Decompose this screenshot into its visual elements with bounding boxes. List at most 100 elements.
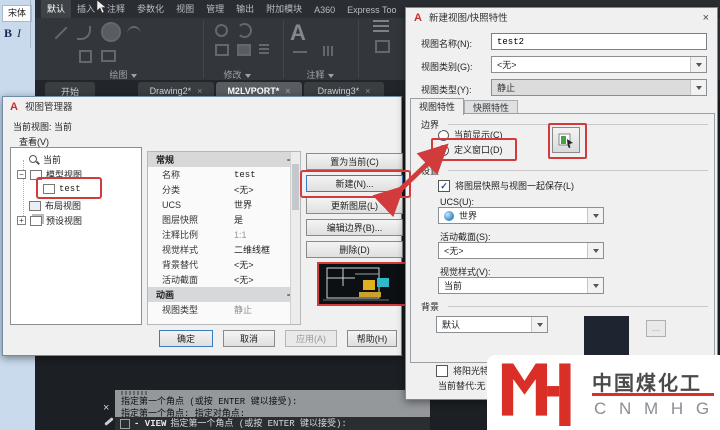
layer-snapshot-checkbox[interactable]: ✓ 将图层快照与视图一起保存(L) (438, 180, 574, 192)
layers-icon[interactable] (373, 20, 389, 32)
checkbox-icon[interactable]: ✓ (438, 180, 450, 192)
animation-section-header[interactable]: 动画− (148, 287, 300, 302)
checkbox-icon[interactable] (436, 365, 448, 377)
draw-line-icon[interactable] (55, 27, 68, 40)
chevron-down-icon (690, 80, 706, 95)
radio-define-window[interactable]: 定义窗口(D) (438, 144, 503, 156)
panel-separator (283, 20, 284, 78)
command-history[interactable]: 指定第一个角点 (或按 ENTER 键以接受): 指定第一个角点: 指定对角点: (115, 390, 430, 417)
tree-item-test[interactable]: test (43, 184, 81, 194)
visual-style-combo[interactable]: 当前 (438, 277, 604, 294)
draw-hatch-icon[interactable] (79, 50, 92, 63)
watermark-line1: 中国煤化工 (592, 367, 702, 396)
text-style-icon[interactable]: A (290, 20, 306, 46)
scrollbar[interactable] (290, 152, 300, 324)
autocad-logo-icon: A (10, 101, 18, 113)
ribbon-tab-output[interactable]: 输出 (230, 0, 260, 18)
command-input-line[interactable]: - VIEW 指定第一个角点 (或按 ENTER 键以接受): (115, 417, 430, 430)
ribbon-tab-express[interactable]: Express Too (341, 2, 402, 18)
model-views-icon (30, 170, 42, 180)
radio-icon[interactable] (438, 145, 449, 156)
cancel-button[interactable]: 取消 (223, 330, 275, 347)
tree-item-layout-views[interactable]: 布局视图 (29, 199, 81, 212)
draw-rect-icon[interactable] (101, 50, 116, 62)
wrench-icon[interactable] (104, 417, 114, 426)
tree-item-preset-views[interactable]: + 预设视图 (17, 214, 82, 227)
override-status-text: 当前替代:无 (438, 380, 486, 392)
ribbon-tab-default[interactable]: 默认 (41, 0, 71, 18)
help-button[interactable]: 帮助(H) (347, 330, 397, 347)
modify-move-icon[interactable] (215, 24, 228, 37)
background-more-button[interactable]: … (646, 320, 666, 337)
watermark-line2: C N M H G (594, 399, 713, 419)
radio-current-display[interactable]: 当前显示(C) (438, 129, 503, 141)
close-icon[interactable]: × (703, 12, 709, 24)
chevron-down-icon (587, 243, 603, 258)
close-icon[interactable]: × (285, 86, 290, 96)
close-icon[interactable]: × (365, 86, 370, 96)
screenshot-root: 宋体 B I 默认 插入 注释 参数化 视图 管理 输出 附加模块 A360 E… (0, 0, 720, 430)
set-current-button[interactable]: 置为当前(C) (306, 153, 403, 170)
tree-item-model-views[interactable]: − 模型视图 (17, 168, 82, 181)
radio-icon[interactable] (438, 130, 449, 141)
ribbon-tab-addins[interactable]: 附加模块 (260, 0, 308, 18)
ribbon-tab-parametric[interactable]: 参数化 (131, 0, 170, 18)
expand-icon[interactable]: + (17, 216, 26, 225)
view-name-input[interactable]: test2 (491, 33, 707, 50)
modify-erase-icon[interactable] (215, 44, 229, 56)
view-type-combo[interactable]: 静止 (491, 79, 707, 96)
boundary-group-label: 边界 (418, 118, 442, 131)
edit-boundaries-button[interactable]: 编辑边界(B)... (306, 219, 403, 236)
property-row: 图层快照是 (148, 212, 300, 227)
cnmhg-logo-icon (495, 360, 587, 426)
layer-props-icon[interactable] (375, 40, 390, 53)
dialog-title: 新建视图/快照特性 (429, 12, 508, 25)
property-row: 视觉样式二维线框 (148, 242, 300, 257)
delete-button[interactable]: 删除(D) (306, 241, 403, 258)
new-view-titlebar[interactable]: A 新建视图/快照特性 (406, 8, 720, 28)
modify-array-icon[interactable] (259, 44, 269, 54)
modify-mirror-icon[interactable] (237, 44, 251, 56)
background-combo[interactable]: 默认 (436, 316, 548, 333)
close-icon[interactable]: × (197, 86, 202, 96)
draw-circle-icon[interactable] (101, 22, 121, 42)
bold-button[interactable]: B (4, 26, 12, 41)
ok-button[interactable]: 确定 (159, 330, 213, 347)
command-prompt: 指定第一个角点 (或按 ENTER 键以接受): (170, 418, 346, 430)
font-name-box[interactable]: 宋体 (2, 5, 32, 22)
tab-view-properties[interactable]: 视图特性 (410, 98, 464, 115)
tree-item-current[interactable]: 当前 (29, 153, 61, 166)
ribbon-tab-a360[interactable]: A360 (308, 2, 341, 18)
pick-window-button[interactable] (552, 127, 580, 153)
table-icon[interactable] (323, 46, 334, 56)
ribbon-tab-manage[interactable]: 管理 (200, 0, 230, 18)
drag-handle[interactable] (121, 391, 147, 395)
scrollbar-thumb[interactable] (292, 164, 299, 210)
watermark-underline (592, 393, 714, 396)
command-name: - VIEW (134, 418, 166, 430)
view-manager-titlebar[interactable]: A 视图管理器 (3, 97, 408, 117)
live-section-combo[interactable]: <无> (438, 242, 604, 259)
apply-button[interactable]: 应用(A) (285, 330, 337, 347)
ribbon-tab-view[interactable]: 视图 (170, 0, 200, 18)
property-row: 注释比例1:1 (148, 227, 300, 242)
ucs-combo[interactable]: 世界 (438, 207, 604, 224)
new-view-button[interactable]: 新建(N)... (306, 175, 403, 192)
modify-rotate-icon[interactable] (237, 23, 252, 38)
command-close-icon[interactable]: × (103, 402, 109, 414)
draw-arc-icon[interactable] (127, 26, 141, 42)
view-category-combo[interactable]: <无> (491, 56, 707, 73)
group-divider (448, 170, 708, 171)
chevron-down-icon (587, 208, 603, 223)
preset-views-icon (30, 216, 42, 226)
collapse-icon[interactable]: − (17, 170, 26, 179)
dimension-icon[interactable] (293, 51, 307, 53)
italic-button[interactable]: I (17, 26, 21, 41)
draw-polyline-icon[interactable] (77, 26, 91, 40)
settings-group-label: 设置 (418, 164, 442, 177)
update-layers-button[interactable]: 更新图层(L) (306, 197, 403, 214)
general-section-header[interactable]: 常规− (148, 152, 300, 167)
property-row: 分类<无> (148, 182, 300, 197)
view-tree[interactable]: 当前 − 模型视图 test 布局视图 + 预设视图 (10, 147, 142, 325)
pick-window-icon (558, 132, 574, 148)
